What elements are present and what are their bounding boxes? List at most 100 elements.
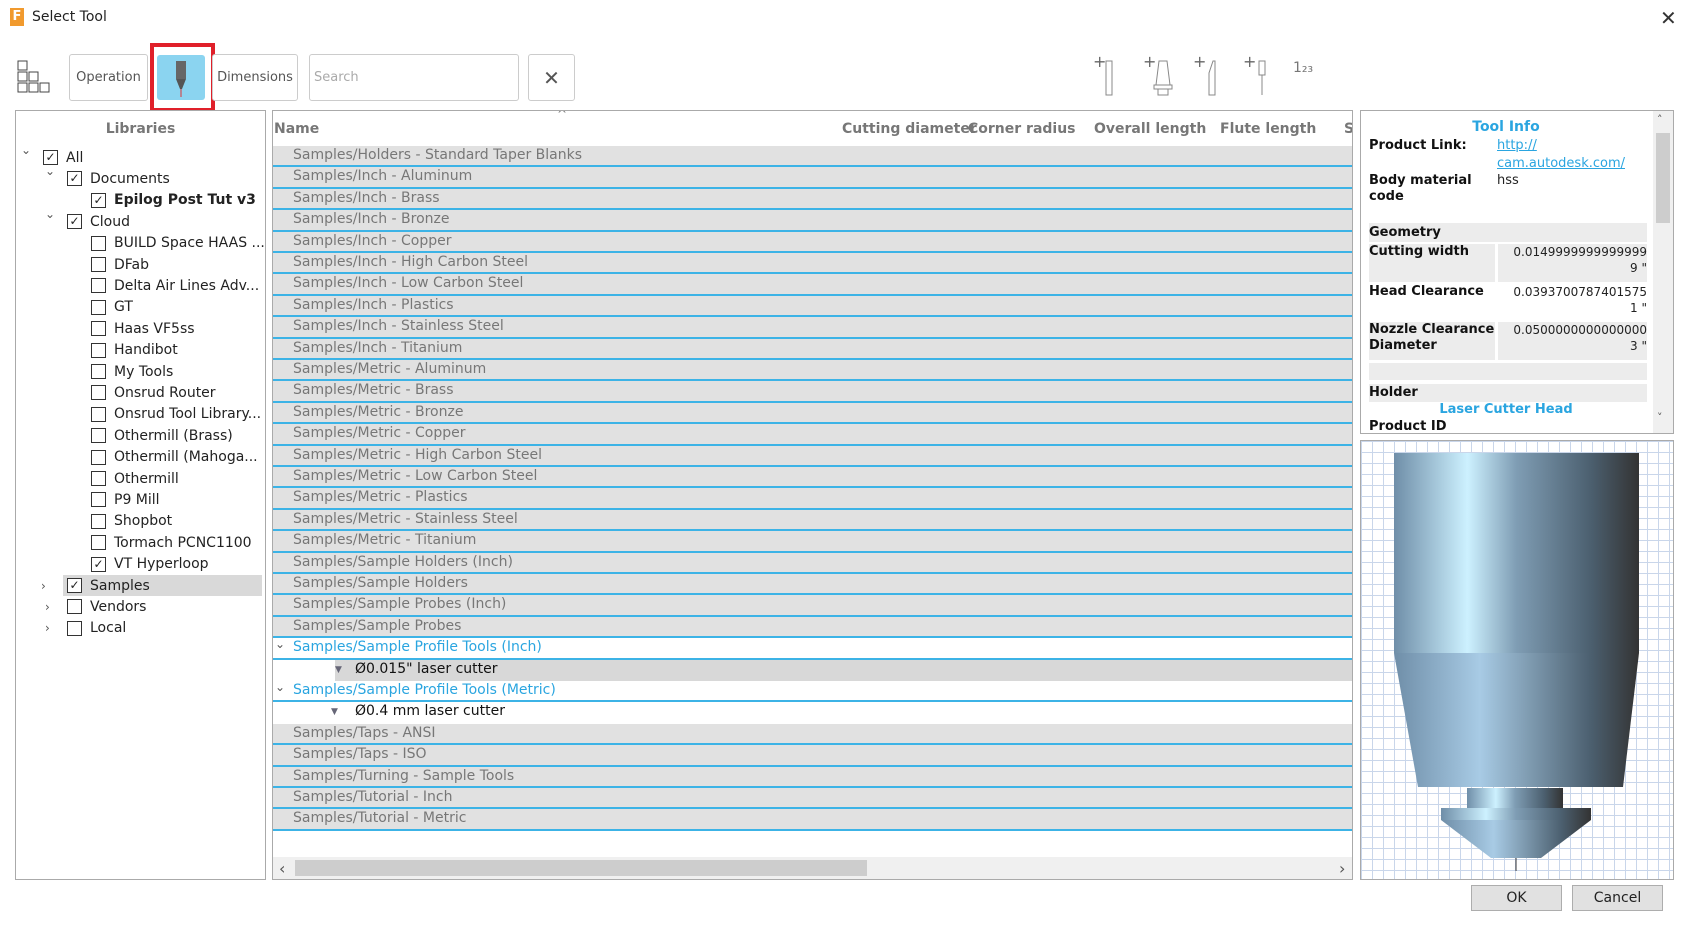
column-overall-length[interactable]: Overall length <box>1094 121 1206 137</box>
library-group-row[interactable]: Samples/Inch - Low Carbon Steel <box>273 274 1352 296</box>
library-item[interactable]: GT <box>91 297 266 318</box>
expand-icon[interactable]: › <box>45 621 50 635</box>
library-item[interactable]: Othermill (Mahoga... <box>91 447 266 468</box>
library-item[interactable]: ✓ Epilog Post Tut v3 <box>91 190 266 211</box>
library-checkbox[interactable] <box>91 342 106 358</box>
library-item[interactable]: DFab <box>91 254 266 275</box>
column-flute-length[interactable]: Flute length <box>1220 121 1316 137</box>
add-turning-tool-icon[interactable]: + <box>1193 55 1229 99</box>
library-group-row[interactable]: Samples/Taps - ISO <box>273 745 1352 767</box>
cancel-button[interactable]: Cancel <box>1572 885 1663 911</box>
scrollbar-thumb[interactable] <box>295 860 867 876</box>
library-checkbox[interactable]: ✓ <box>91 556 106 572</box>
scroll-right-icon[interactable]: › <box>1339 859 1345 878</box>
library-item[interactable]: My Tools <box>91 361 266 382</box>
library-group-row[interactable]: Samples/Metric - Titanium <box>273 531 1352 553</box>
library-group-row[interactable]: Samples/Inch - Plastics <box>273 295 1352 318</box>
library-group-row[interactable]: Samples/Inch - High Carbon Steel <box>273 253 1352 275</box>
add-mill-tool-icon[interactable]: + <box>1093 55 1129 99</box>
library-item[interactable]: P9 Mill <box>91 489 266 510</box>
library-item[interactable]: › Local <box>45 618 266 639</box>
library-item[interactable]: › ✓ Samples <box>41 575 262 596</box>
column-cutting-diameter[interactable]: Cutting diameter <box>842 121 977 137</box>
library-checkbox[interactable]: ✓ <box>67 214 82 230</box>
library-checkbox[interactable] <box>91 449 106 465</box>
library-checkbox[interactable] <box>91 535 106 551</box>
library-item[interactable]: BUILD Space HAAS ... <box>91 233 266 254</box>
tool-row[interactable]: ▼ Ø0.4 mm laser cutter <box>273 702 1352 724</box>
library-checkbox[interactable] <box>91 385 106 401</box>
library-item[interactable]: › Vendors <box>45 596 266 617</box>
library-group-row[interactable]: Samples/Inch - Copper <box>273 231 1352 253</box>
library-group-row[interactable]: Samples/Holders - Standard Taper Blanks <box>273 146 1352 168</box>
renumber-tools-icon[interactable]: 1₂₃ <box>1293 60 1329 104</box>
library-checkbox[interactable] <box>91 364 106 379</box>
scroll-up-icon[interactable]: ˄ <box>1657 113 1663 126</box>
collapse-icon[interactable]: ⌄ <box>275 678 285 697</box>
expand-icon[interactable]: › <box>41 579 46 593</box>
library-item[interactable]: Onsrud Router <box>91 382 266 403</box>
operation-button[interactable]: Operation <box>69 54 148 101</box>
collapse-icon[interactable]: ⌄ <box>21 143 31 157</box>
product-link[interactable]: http:// <box>1497 138 1537 153</box>
library-item[interactable]: Tormach PCNC1100 <box>91 532 266 553</box>
library-item[interactable]: ✓ VT Hyperloop <box>91 554 266 575</box>
library-group-row[interactable]: Samples/Inch - Bronze <box>273 210 1352 232</box>
library-group-row[interactable]: Samples/Metric - High Carbon Steel <box>273 445 1352 467</box>
close-window-button[interactable]: ✕ <box>1660 6 1677 30</box>
library-item[interactable]: Handibot <box>91 340 266 361</box>
library-checkbox[interactable] <box>91 513 106 529</box>
collapse-icon[interactable]: ⌄ <box>45 164 55 178</box>
expand-icon[interactable]: › <box>45 600 50 614</box>
library-checkbox[interactable] <box>91 278 106 294</box>
library-item[interactable]: Othermill (Brass) <box>91 425 266 446</box>
library-item[interactable]: Delta Air Lines Adv... <box>91 275 266 296</box>
collapse-icon[interactable]: ⌄ <box>45 207 55 221</box>
library-item[interactable]: Othermill <box>91 468 266 489</box>
library-group-row[interactable]: Samples/Metric - Low Carbon Steel <box>273 467 1352 489</box>
search-input[interactable]: Search <box>309 54 519 101</box>
library-checkbox[interactable]: ✓ <box>67 578 82 593</box>
library-group-row[interactable]: Samples/Metric - Stainless Steel <box>273 509 1352 532</box>
library-group-row[interactable]: Samples/Tutorial - Inch <box>273 788 1352 810</box>
column-corner-radius[interactable]: Corner radius <box>968 121 1076 137</box>
library-group-row[interactable]: Samples/Inch - Titanium <box>273 338 1352 360</box>
library-group-row[interactable]: Samples/Sample Probes <box>273 616 1352 639</box>
library-checkbox[interactable] <box>91 428 106 444</box>
library-item[interactable]: ⌄ ✓ Documents <box>45 164 266 189</box>
library-group-row[interactable]: Samples/Taps - ANSI <box>273 723 1352 746</box>
library-group-row[interactable]: ⌄ Samples/Sample Profile Tools (Inch) <box>273 637 1352 660</box>
library-group-row[interactable]: Samples/Turning - Sample Tools <box>273 766 1352 788</box>
library-checkbox[interactable] <box>91 257 106 272</box>
library-item[interactable]: ⌄ ✓ All <box>21 143 266 168</box>
library-item[interactable]: ⌄ ✓ Cloud <box>45 207 266 232</box>
library-group-row[interactable]: Samples/Metric - Aluminum <box>273 360 1352 382</box>
library-item[interactable]: Onsrud Tool Library... <box>91 404 266 425</box>
library-view-icon[interactable] <box>17 60 53 94</box>
library-item[interactable]: Haas VF5ss <box>91 318 266 339</box>
library-group-row[interactable]: Samples/Inch - Brass <box>273 188 1352 211</box>
library-group-row[interactable]: Samples/Metric - Brass <box>273 381 1352 403</box>
library-group-row[interactable]: Samples/Metric - Copper <box>273 424 1352 446</box>
library-checkbox[interactable] <box>67 599 82 615</box>
product-link-cont[interactable]: cam.autodesk.com/ <box>1497 156 1625 171</box>
add-holder-icon[interactable]: + <box>1143 55 1179 99</box>
column-s[interactable]: S <box>1344 121 1352 137</box>
horizontal-scrollbar[interactable]: ‹ › <box>273 857 1352 879</box>
tool-row[interactable]: ▼ Ø0.015" laser cutter <box>335 659 1352 681</box>
library-checkbox[interactable] <box>91 492 106 508</box>
library-group-row[interactable]: Samples/Sample Probes (Inch) <box>273 595 1352 617</box>
library-checkbox[interactable]: ✓ <box>43 150 58 165</box>
info-vertical-scrollbar[interactable]: ˄ ˅ <box>1653 111 1673 433</box>
info-scrollbar-thumb[interactable] <box>1656 133 1670 223</box>
ok-button[interactable]: OK <box>1471 885 1562 911</box>
library-group-row[interactable]: Samples/Sample Holders (Inch) <box>273 552 1352 574</box>
library-checkbox[interactable] <box>91 235 106 251</box>
library-checkbox[interactable]: ✓ <box>91 192 106 208</box>
library-item[interactable]: Shopbot <box>91 511 266 532</box>
library-checkbox[interactable] <box>91 406 106 422</box>
library-group-row[interactable]: Samples/Sample Holders <box>273 574 1352 596</box>
dimensions-button[interactable]: Dimensions <box>212 54 298 101</box>
library-group-row[interactable]: Samples/Inch - Stainless Steel <box>273 317 1352 339</box>
add-probe-icon[interactable]: + <box>1243 55 1279 99</box>
